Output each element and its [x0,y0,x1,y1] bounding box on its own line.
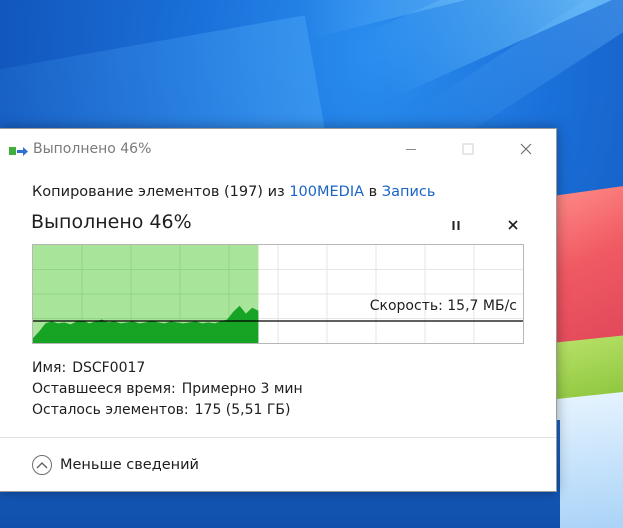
copy-files-icon [9,143,29,157]
cancel-copy-button[interactable] [503,215,523,235]
speed-graph: Скорость: 15,7 МБ/с [32,244,524,344]
source-folder-link[interactable]: 100MEDIA [289,184,364,200]
maximize-button[interactable] [445,129,491,169]
speed-label: Скорость: 15,7 МБ/с [369,298,517,314]
progress-status-title: Выполнено 46% [31,211,192,233]
chevron-up-icon [32,455,52,475]
items-remaining-row: Осталось элементов: 175 (5,51 ГБ) [32,402,291,418]
title-bar[interactable]: Выполнено 46% [0,129,556,169]
copy-middle: в [364,184,382,200]
file-name-value: DSCF0017 [72,360,146,376]
speed-graph-canvas [33,245,523,343]
divider [0,437,556,438]
items-remaining-key: Осталось элементов: [32,402,189,418]
time-remaining-key: Оставшееся время: [32,381,176,397]
pause-button[interactable] [446,215,466,235]
window-title: Выполнено 46% [33,141,152,157]
time-remaining-row: Оставшееся время: Примерно 3 мин [32,381,303,397]
copy-progress-dialog: Выполнено 46% Копирование элементов (197… [0,128,557,492]
items-remaining-value: 175 (5,51 ГБ) [194,402,291,418]
file-name-row: Имя: DSCF0017 [32,360,145,376]
file-name-key: Имя: [32,360,67,376]
fewer-details-label: Меньше сведений [60,457,199,473]
time-remaining-value: Примерно 3 мин [181,381,303,397]
close-icon [508,220,518,230]
copy-description: Копирование элементов (197) из 100MEDIA … [32,184,435,200]
copy-prefix: Копирование элементов (197) из [32,184,290,200]
destination-folder-link[interactable]: Запись [382,184,436,200]
fewer-details-toggle[interactable]: Меньше сведений [32,455,199,475]
close-button[interactable] [503,129,549,169]
pause-icon [452,221,460,230]
minimize-button[interactable] [388,129,434,169]
